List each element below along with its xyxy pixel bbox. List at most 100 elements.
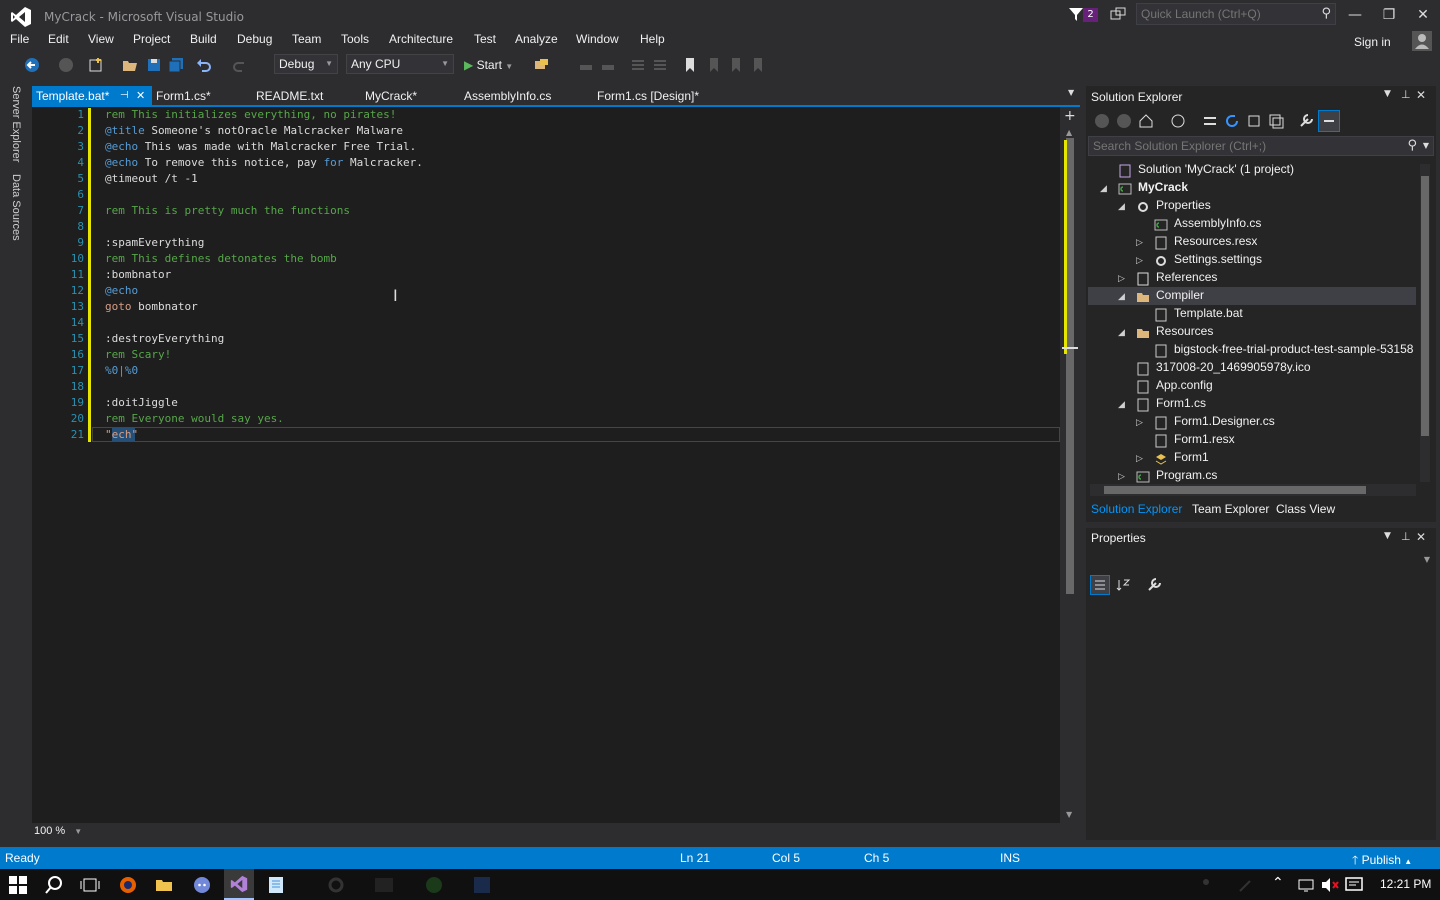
expanded-arrow-icon[interactable]: ◢ — [1118, 328, 1125, 338]
feedback-icon[interactable] — [1110, 6, 1126, 22]
tree-item-label[interactable]: Settings.settings — [1174, 252, 1262, 266]
tab-form1-design[interactable]: Form1.cs [Design]* — [593, 86, 699, 106]
tree-vertical-scrollbar[interactable] — [1420, 164, 1430, 482]
code-line[interactable]: :bombnator — [105, 268, 171, 281]
tree-item-label[interactable]: Resources — [1156, 324, 1213, 338]
app-icon[interactable] — [472, 875, 492, 895]
next-bookmark-icon[interactable] — [728, 57, 744, 73]
collapsed-arrow-icon[interactable]: ▷ — [1136, 238, 1143, 248]
home-icon[interactable] — [1138, 113, 1154, 129]
tab-template-bat[interactable]: Template.bat* ⊣ ✕ — [32, 86, 152, 106]
code-line[interactable]: @echo To remove this notice, pay for Mal… — [105, 156, 423, 169]
tab-team-explorer[interactable]: Team Explorer — [1192, 502, 1269, 516]
code-line[interactable]: @timeout /t -1 — [105, 172, 198, 185]
sync-with-document-icon[interactable] — [1202, 113, 1218, 129]
people-icon[interactable] — [1196, 875, 1216, 895]
step-into-icon[interactable] — [578, 57, 594, 73]
menu-build[interactable]: Build — [190, 32, 217, 46]
collapsed-arrow-icon[interactable]: ▷ — [1118, 472, 1125, 482]
back-icon[interactable] — [1094, 113, 1110, 129]
close-window-button[interactable]: ✕ — [1408, 4, 1438, 26]
scroll-down-icon[interactable]: ▼ — [1066, 810, 1072, 819]
file-explorer-icon[interactable] — [154, 875, 174, 895]
save-icon[interactable] — [146, 57, 162, 73]
sign-in-link[interactable]: Sign in — [1354, 35, 1391, 49]
settings-icon[interactable] — [326, 875, 346, 895]
tree-item-label[interactable]: AssemblyInfo.cs — [1174, 216, 1261, 230]
undo-icon[interactable] — [196, 57, 212, 73]
collapse-all-icon[interactable] — [1246, 113, 1262, 129]
menu-analyze[interactable]: Analyze — [515, 32, 558, 46]
solution-explorer-search[interactable]: ⚲ ▼ — [1088, 136, 1434, 156]
close-panel-icon[interactable]: ✕ — [1416, 530, 1426, 544]
clear-bookmarks-icon[interactable] — [750, 57, 766, 73]
menu-help[interactable]: Help — [640, 32, 665, 46]
code-line[interactable]: :spamEverything — [105, 236, 204, 249]
pin-icon[interactable]: ⊣ — [120, 86, 129, 106]
tree-item-label[interactable]: Form1.cs — [1156, 396, 1206, 410]
visual-studio-taskbar-button[interactable] — [224, 869, 254, 900]
auto-hide-pin-icon[interactable]: ⊥ — [1401, 88, 1411, 101]
code-line[interactable]: rem Everyone would say yes. — [105, 412, 284, 425]
chevron-down-icon[interactable]: ▼ — [1423, 141, 1429, 150]
previous-bookmark-icon[interactable] — [706, 57, 722, 73]
navigate-forward-icon[interactable] — [58, 57, 74, 73]
code-line[interactable]: rem Scary! — [105, 348, 171, 361]
tab-solution-explorer[interactable]: Solution Explorer — [1091, 502, 1182, 516]
collapsed-arrow-icon[interactable]: ▷ — [1136, 454, 1143, 464]
search-icon[interactable]: ⚲ — [1407, 138, 1417, 153]
tab-readme-txt[interactable]: README.txt — [252, 86, 323, 106]
minimize-button[interactable]: — — [1340, 4, 1370, 26]
expanded-arrow-icon[interactable]: ◢ — [1118, 202, 1125, 212]
close-panel-icon[interactable]: ✕ — [1416, 88, 1426, 102]
solution-configuration-dropdown[interactable]: Debug ▼ — [274, 54, 338, 74]
collapsed-arrow-icon[interactable]: ▷ — [1118, 274, 1125, 284]
scroll-up-icon[interactable]: ▲ — [1066, 128, 1072, 137]
notepad-icon[interactable] — [266, 875, 286, 895]
new-project-icon[interactable] — [88, 57, 104, 73]
close-tab-icon[interactable]: ✕ — [136, 86, 145, 106]
tab-class-view[interactable]: Class View — [1276, 502, 1335, 516]
solution-platform-dropdown[interactable]: Any CPU ▼ — [346, 54, 454, 74]
code-line[interactable]: rem This is pretty much the functions — [105, 204, 350, 217]
code-line[interactable]: :destroyEverything — [105, 332, 224, 345]
server-explorer-tab[interactable]: Server Explorer — [10, 86, 22, 162]
object-selector-dropdown[interactable]: ▼ — [1088, 551, 1434, 571]
tree-item-label[interactable]: Template.bat — [1174, 306, 1243, 320]
tree-horizontal-scrollbar[interactable] — [1090, 484, 1416, 496]
code-line[interactable]: rem This defines detonates the bomb — [105, 252, 337, 265]
expanded-arrow-icon[interactable]: ◢ — [1100, 184, 1107, 194]
panel-menu-chevron-icon[interactable]: ▼ — [1384, 531, 1391, 541]
task-view-icon[interactable] — [80, 875, 100, 895]
restore-button[interactable]: ❐ — [1374, 4, 1404, 26]
tree-item-label[interactable]: Solution 'MyCrack' (1 project) — [1138, 162, 1294, 176]
data-sources-tab[interactable]: Data Sources — [10, 174, 22, 241]
network-icon[interactable] — [1296, 875, 1316, 895]
comment-out-icon[interactable] — [630, 57, 646, 73]
property-pages-wrench-icon[interactable] — [1146, 577, 1162, 593]
code-line[interactable]: @title Someone's notOracle Malcracker Ma… — [105, 124, 403, 137]
tab-form1-cs[interactable]: Form1.cs* — [152, 86, 211, 106]
collapsed-arrow-icon[interactable]: ▷ — [1136, 256, 1143, 266]
menu-architecture[interactable]: Architecture — [389, 32, 453, 46]
code-line[interactable]: @echo — [105, 284, 138, 297]
categorized-button[interactable] — [1090, 575, 1110, 595]
zoom-level-dropdown[interactable]: 100 % ▼ — [34, 825, 82, 837]
code-line[interactable]: rem This initializes everything, no pira… — [105, 108, 396, 121]
volume-muted-icon[interactable] — [1320, 875, 1340, 895]
tree-item-label[interactable]: References — [1156, 270, 1217, 284]
code-line[interactable]: :doitJiggle — [105, 396, 178, 409]
split-editor-icon[interactable]: + — [1064, 108, 1076, 124]
code-line[interactable]: goto bombnator — [105, 300, 198, 313]
tree-item-label[interactable]: Resources.resx — [1174, 234, 1257, 248]
chrome-icon[interactable] — [424, 875, 444, 895]
firefox-icon[interactable] — [118, 875, 138, 895]
tree-item-label[interactable]: Compiler — [1156, 288, 1204, 302]
search-icon[interactable] — [44, 875, 64, 895]
expanded-arrow-icon[interactable]: ◢ — [1118, 400, 1125, 410]
tree-item-label[interactable]: Form1.resx — [1174, 432, 1235, 446]
editor-horizontal-scrollbar[interactable] — [100, 826, 1060, 838]
collapsed-arrow-icon[interactable]: ▷ — [1136, 418, 1143, 428]
quick-launch-input[interactable] — [1137, 4, 1315, 24]
windows-start-icon[interactable] — [8, 875, 28, 895]
